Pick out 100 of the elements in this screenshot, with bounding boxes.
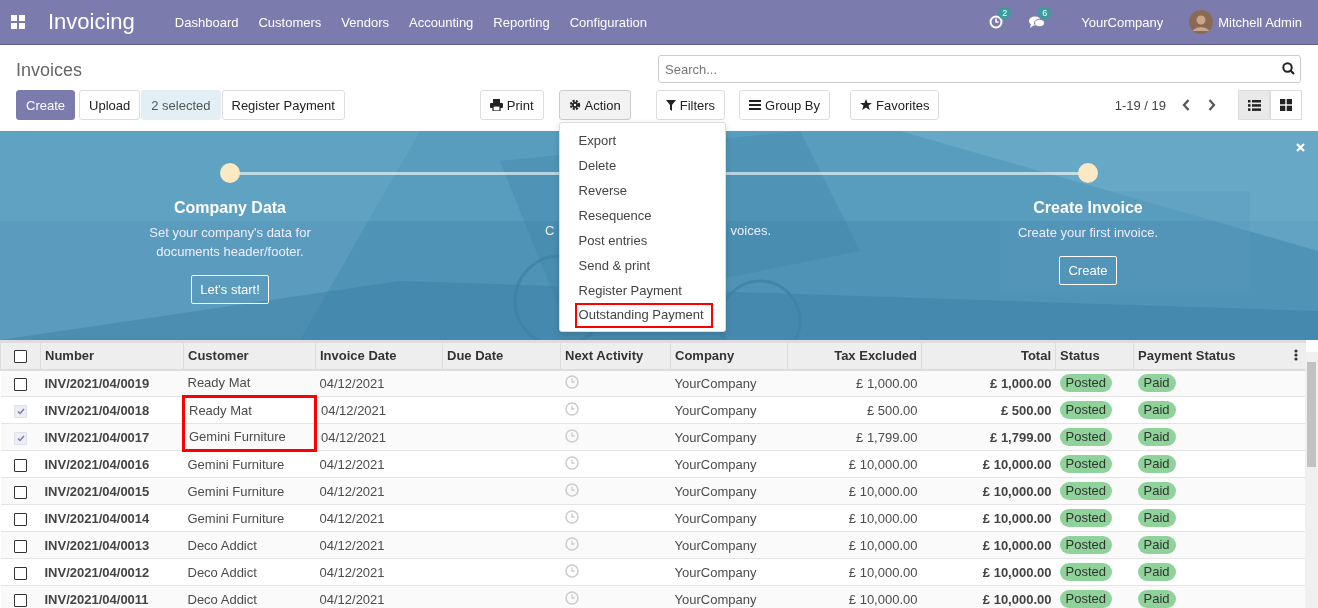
table-cell: INV/2021/04/0019 xyxy=(44,375,150,391)
payment-status-badge: Paid xyxy=(1137,455,1176,473)
print-button[interactable]: Print xyxy=(479,90,544,120)
message-count: 6 xyxy=(1038,7,1052,19)
dropdown-item[interactable]: Send & print xyxy=(559,253,725,278)
favorites-button[interactable]: Favorites xyxy=(850,90,940,120)
status-badge: Posted xyxy=(1059,401,1112,419)
column-header[interactable]: Payment Status xyxy=(1133,341,1306,370)
search-icon[interactable] xyxy=(1282,62,1295,75)
row-checkbox[interactable] xyxy=(14,512,27,526)
next-icon[interactable] xyxy=(1208,99,1216,111)
toolbar-button[interactable]: Register Payment xyxy=(221,90,345,120)
filters-button[interactable]: Filters xyxy=(655,90,726,120)
table-cell: 04/12/2021 xyxy=(319,591,385,607)
dropdown-item[interactable]: Reverse xyxy=(559,178,725,203)
table-cell: 04/12/2021 xyxy=(319,564,385,580)
table-cell: Ready Mat xyxy=(187,375,251,391)
dropdown-item[interactable]: Register Payment xyxy=(559,278,725,303)
dropdown-item[interactable]: Resequence xyxy=(559,203,725,228)
status-badge: Posted xyxy=(1059,590,1112,608)
table-cell: 04/12/2021 xyxy=(321,402,387,418)
list-view-button[interactable] xyxy=(1238,90,1270,120)
row-checkbox[interactable] xyxy=(14,458,27,472)
row-checkbox[interactable] xyxy=(14,539,27,553)
scrollbar[interactable] xyxy=(1305,352,1318,608)
table-cell: £ 1,799.00 xyxy=(990,429,1052,445)
page-title: Invoices xyxy=(16,60,83,81)
row-checkbox[interactable] xyxy=(14,377,27,391)
search-field[interactable]: Search... xyxy=(658,55,1301,83)
status-badge: Posted xyxy=(1059,455,1112,473)
dropdown-item[interactable]: Delete xyxy=(559,153,725,178)
toolbar-button[interactable]: Create xyxy=(16,90,76,120)
menu-item[interactable]: Configuration xyxy=(569,14,648,30)
column-header[interactable]: Customer xyxy=(183,341,316,370)
table-cell: £ 10,000.00 xyxy=(982,537,1052,553)
table-cell: YourCompany xyxy=(674,483,757,499)
table-cell: £ 1,799.00 xyxy=(856,429,918,445)
select-all-checkbox[interactable] xyxy=(14,350,27,364)
grid-icon xyxy=(1280,99,1292,111)
menu-item[interactable]: Reporting xyxy=(493,14,550,30)
step-title: Company Data xyxy=(174,199,286,217)
table-cell: YourCompany xyxy=(674,564,757,580)
avatar[interactable] xyxy=(1189,10,1214,34)
table-cell: £ 500.00 xyxy=(1000,402,1052,418)
menu-item[interactable]: Accounting xyxy=(409,14,474,30)
menu-item[interactable]: Customers xyxy=(258,14,322,30)
group-by-button[interactable]: Group By xyxy=(739,90,830,120)
payment-status-badge: Paid xyxy=(1137,374,1176,393)
apps-menu-icon[interactable] xyxy=(11,15,25,29)
table-cell: YourCompany xyxy=(674,456,757,472)
status-badge: Posted xyxy=(1059,374,1112,393)
column-header[interactable]: Next Activity xyxy=(560,341,671,370)
company-switcher[interactable]: YourCompany xyxy=(1081,14,1164,30)
menu-item[interactable]: Dashboard xyxy=(174,14,239,30)
table-cell: 04/12/2021 xyxy=(319,456,385,472)
table-cell: YourCompany xyxy=(674,510,757,526)
row-checkbox[interactable] xyxy=(14,566,27,580)
table-cell: £ 10,000.00 xyxy=(982,564,1052,580)
step-description: voices. xyxy=(730,222,771,240)
column-header[interactable]: Number xyxy=(40,341,184,370)
step-description: Set your company's data for documents header/footer. xyxy=(148,224,312,261)
row-checkbox[interactable] xyxy=(14,485,27,499)
action-button[interactable]: Action xyxy=(558,90,631,120)
status-badge: Posted xyxy=(1059,536,1112,554)
menu-item[interactable]: Vendors xyxy=(341,14,389,30)
star-icon xyxy=(860,99,872,111)
step-title: Create Invoice xyxy=(1033,199,1143,217)
toolbar-button[interactable]: 2 selected xyxy=(141,90,221,120)
table-cell: 04/12/2021 xyxy=(319,375,385,391)
close-icon[interactable] xyxy=(1296,143,1305,152)
column-header[interactable]: Tax Excluded xyxy=(787,341,922,370)
row-checkbox[interactable] xyxy=(14,593,27,607)
step-description: Create your first invoice. xyxy=(1016,224,1160,242)
column-header[interactable]: Company xyxy=(670,341,788,370)
table-cell: £ 1,000.00 xyxy=(990,375,1052,391)
dropdown-item[interactable]: Export xyxy=(559,128,725,153)
toolbar-button[interactable]: Upload xyxy=(79,90,141,120)
payment-status-badge: Paid xyxy=(1137,509,1176,527)
payment-status-badge: Paid xyxy=(1137,536,1176,554)
column-header[interactable]: Total xyxy=(921,341,1056,370)
column-header[interactable]: Due Date xyxy=(442,341,561,370)
column-header[interactable]: Status xyxy=(1055,341,1134,370)
more-icon[interactable] xyxy=(1294,349,1298,361)
table-cell: 04/12/2021 xyxy=(319,483,385,499)
kanban-view-button[interactable] xyxy=(1270,90,1302,120)
table-cell: YourCompany xyxy=(674,402,757,418)
chat-icon[interactable] xyxy=(1029,15,1046,29)
printer-icon xyxy=(489,99,503,111)
table-cell: £ 10,000.00 xyxy=(848,537,918,553)
payment-status-badge: Paid xyxy=(1137,428,1176,446)
table-cell: £ 10,000.00 xyxy=(848,483,918,499)
table-cell: £ 10,000.00 xyxy=(982,483,1052,499)
status-badge: Posted xyxy=(1059,563,1112,581)
bars-icon xyxy=(749,100,762,110)
user-name[interactable]: Mitchell Admin xyxy=(1218,14,1302,30)
dropdown-item[interactable]: Outstanding Payment xyxy=(574,303,713,328)
table-cell: YourCompany xyxy=(674,375,757,391)
column-header[interactable]: Invoice Date xyxy=(315,341,443,370)
dropdown-item[interactable]: Post entries xyxy=(559,228,725,253)
previous-icon[interactable] xyxy=(1182,99,1190,111)
